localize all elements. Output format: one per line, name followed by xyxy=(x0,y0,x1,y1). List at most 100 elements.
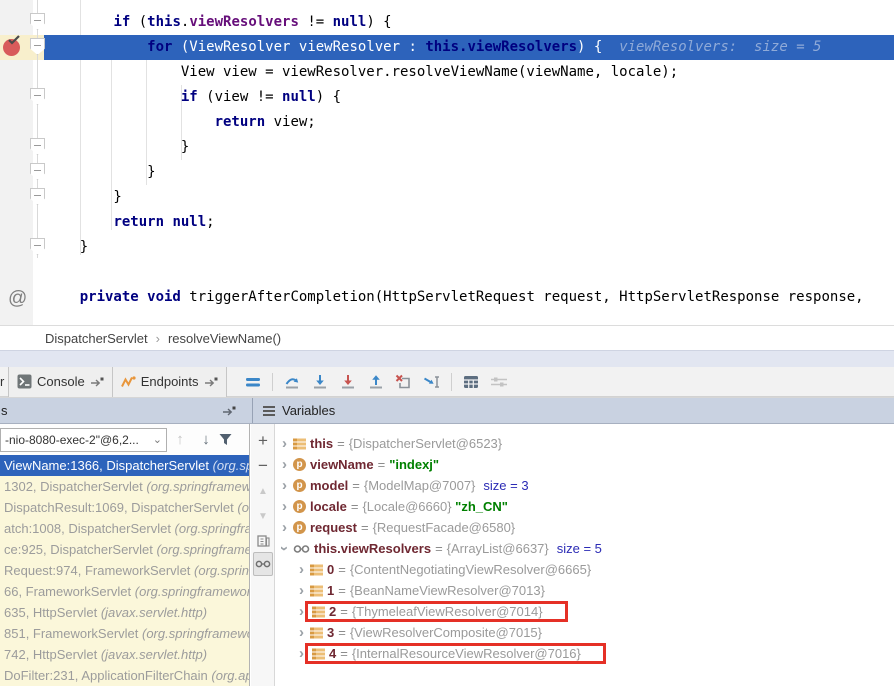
variable-row-4[interactable]: ›4={InternalResourceViewResolver@7016} xyxy=(276,643,894,664)
equals-sign: = xyxy=(347,496,363,517)
code-line[interactable]: } xyxy=(0,235,894,260)
equals-sign: = xyxy=(334,622,350,643)
pin-icon[interactable] xyxy=(222,405,236,417)
code-lines[interactable]: if (this.viewResolvers != null) { for (V… xyxy=(0,10,894,310)
code-line[interactable]: View view = viewResolver.resolveViewName… xyxy=(0,60,894,85)
compare-stack-icon[interactable] xyxy=(485,370,513,394)
code-line[interactable]: } xyxy=(0,185,894,210)
value-icon xyxy=(310,564,323,576)
breadcrumb-method[interactable]: resolveViewName() xyxy=(168,331,281,346)
step-into-icon[interactable] xyxy=(306,370,334,394)
stack-frame-row[interactable]: 635, HttpServlet (javax.servlet.http) xyxy=(0,602,249,623)
variable-row-1[interactable]: ›1={BeanNameViewResolver@7013} xyxy=(276,580,894,601)
annotation-gutter-icon[interactable]: @ xyxy=(8,288,27,310)
duplicate-watch-icon[interactable] xyxy=(251,529,275,553)
equals-sign: = xyxy=(334,559,350,580)
code-line[interactable]: if (view != null) { xyxy=(0,85,894,110)
variable-string-value: "zh_CN" xyxy=(452,496,508,517)
step-over-icon[interactable] xyxy=(278,370,306,394)
frame-package: (javax.servlet.http) xyxy=(101,605,207,620)
next-frame-icon[interactable]: ↓ xyxy=(193,431,219,448)
chevron-collapsed-icon[interactable]: › xyxy=(278,475,291,496)
tab-console[interactable]: Console xyxy=(9,367,113,397)
variable-row-3[interactable]: ›3={ViewResolverComposite@7015} xyxy=(276,622,894,643)
filter-frames-icon[interactable] xyxy=(219,433,245,446)
variable-row-request[interactable]: ›prequest={RequestFacade@6580} xyxy=(276,517,894,538)
run-to-cursor-icon[interactable] xyxy=(418,370,446,394)
breadcrumb-class[interactable]: DispatcherServlet xyxy=(45,331,148,346)
variable-name: this.viewResolvers xyxy=(314,538,431,559)
thread-dropdown[interactable]: -nio-8080-exec-2"@6,2... ⌄ xyxy=(0,428,167,452)
show-watches-icon[interactable] xyxy=(253,552,273,576)
chevron-collapsed-icon[interactable]: › xyxy=(295,622,308,643)
stack-frame-row[interactable]: DoFilter:231, ApplicationFilterChain (or… xyxy=(0,665,249,686)
layout-menu-icon[interactable] xyxy=(239,370,267,394)
variables-menu-icon[interactable] xyxy=(263,404,275,418)
stack-frame-row[interactable]: ce:925, DispatcherServlet (org.springfra… xyxy=(0,539,249,560)
code-line[interactable]: if (this.viewResolvers != null) { xyxy=(0,10,894,35)
force-step-into-icon[interactable] xyxy=(334,370,362,394)
stack-frame-row[interactable]: Request:974, FrameworkServlet (org.sprin… xyxy=(0,560,249,581)
variable-value: {BeanNameViewResolver@7013} xyxy=(350,580,545,601)
code-line[interactable]: } xyxy=(0,135,894,160)
execution-line[interactable]: for (ViewResolver viewResolver : this.vi… xyxy=(0,35,894,60)
stack-frame-row[interactable]: 66, FrameworkServlet (org.springframewor xyxy=(0,581,249,602)
stack-frame-row[interactable]: 742, HttpServlet (javax.servlet.http) xyxy=(0,644,249,665)
evaluate-expression-icon[interactable] xyxy=(457,370,485,394)
variable-name: 2 xyxy=(329,601,336,622)
variable-row-this[interactable]: ›this={DispatcherServlet@6523} xyxy=(276,433,894,454)
variable-content: 3={ViewResolverComposite@7015} xyxy=(308,622,542,643)
stack-frame-row[interactable]: 1302, DispatcherServlet (org.springframe… xyxy=(0,476,249,497)
variable-value: {ArrayList@6637} xyxy=(447,538,549,559)
parameter-icon: p xyxy=(293,479,306,492)
variable-row-2[interactable]: ›2={ThymeleafViewResolver@7014} xyxy=(276,601,894,622)
stack-frame-row[interactable]: DispatchResult:1069, DispatcherServlet (… xyxy=(0,497,249,518)
code-line[interactable]: } xyxy=(0,160,894,185)
variable-content: pmodel={ModelMap@7007}size = 3 xyxy=(291,475,529,496)
frames-toolbar: -nio-8080-exec-2"@6,2... ⌄ ↑ ↓ xyxy=(0,424,249,455)
stack-frame-row[interactable]: atch:1008, DispatcherServlet (org.spring… xyxy=(0,518,249,539)
variable-row-this-viewResolvers[interactable]: ›this.viewResolvers={ArrayList@6637}size… xyxy=(276,538,894,559)
variables-toolbar: + − ▲ ▼ xyxy=(251,424,275,686)
code-line[interactable]: return null; xyxy=(0,210,894,235)
chevron-collapsed-icon[interactable]: › xyxy=(295,559,308,580)
code-line[interactable] xyxy=(0,260,894,285)
code-segment: ; xyxy=(206,214,214,230)
tab-debugger-partial[interactable]: r xyxy=(0,367,9,397)
pin-icon[interactable] xyxy=(204,376,218,388)
stack-frame-row[interactable]: ViewName:1366, DispatcherServlet (org.sp… xyxy=(0,455,249,476)
breakpoint-verified-icon[interactable] xyxy=(3,39,20,56)
previous-frame-icon[interactable]: ↑ xyxy=(167,431,193,448)
variable-row-model[interactable]: ›pmodel={ModelMap@7007}size = 3 xyxy=(276,475,894,496)
chevron-collapsed-icon[interactable]: › xyxy=(278,517,291,538)
code-editor[interactable]: if (this.viewResolvers != null) { for (V… xyxy=(0,0,894,325)
endpoints-icon xyxy=(121,375,136,389)
chevron-collapsed-icon[interactable]: › xyxy=(278,496,291,517)
stack-frame-row[interactable]: 851, FrameworkServlet (org.springframewo xyxy=(0,623,249,644)
code-line[interactable]: private void triggerAfterCompletion(Http… xyxy=(0,285,894,310)
tab-endpoints[interactable]: Endpoints xyxy=(113,367,227,397)
code-segment: ( xyxy=(130,14,147,30)
chevron-collapsed-icon[interactable]: › xyxy=(278,454,291,475)
variable-row-viewName[interactable]: ›pviewName="indexj" xyxy=(276,454,894,475)
equals-sign: = xyxy=(431,538,447,559)
chevron-collapsed-icon[interactable]: › xyxy=(278,433,291,454)
equals-sign: = xyxy=(333,433,349,454)
step-out-icon[interactable] xyxy=(362,370,390,394)
add-watch-icon[interactable]: + xyxy=(251,429,275,453)
tab-endpoints-label: Endpoints xyxy=(141,374,199,389)
tab-console-label: Console xyxy=(37,374,85,389)
variable-row-0[interactable]: ›0={ContentNegotiatingViewResolver@6665} xyxy=(276,559,894,580)
move-watch-down-icon[interactable]: ▼ xyxy=(251,504,275,528)
chevron-expanded-icon[interactable]: › xyxy=(276,542,295,555)
frame-package: (javax.servlet.http) xyxy=(101,647,207,662)
drop-frame-icon[interactable] xyxy=(390,370,418,394)
equals-sign: = xyxy=(334,580,350,601)
variable-row-locale[interactable]: ›plocale={Locale@6660} "zh_CN" xyxy=(276,496,894,517)
pin-icon[interactable] xyxy=(90,376,104,388)
remove-watch-icon[interactable]: − xyxy=(251,454,275,478)
chevron-collapsed-icon[interactable]: › xyxy=(295,580,308,601)
code-line[interactable]: return view; xyxy=(0,110,894,135)
move-watch-up-icon[interactable]: ▲ xyxy=(251,479,275,503)
frame-location: ce:925, DispatcherServlet xyxy=(4,542,156,557)
